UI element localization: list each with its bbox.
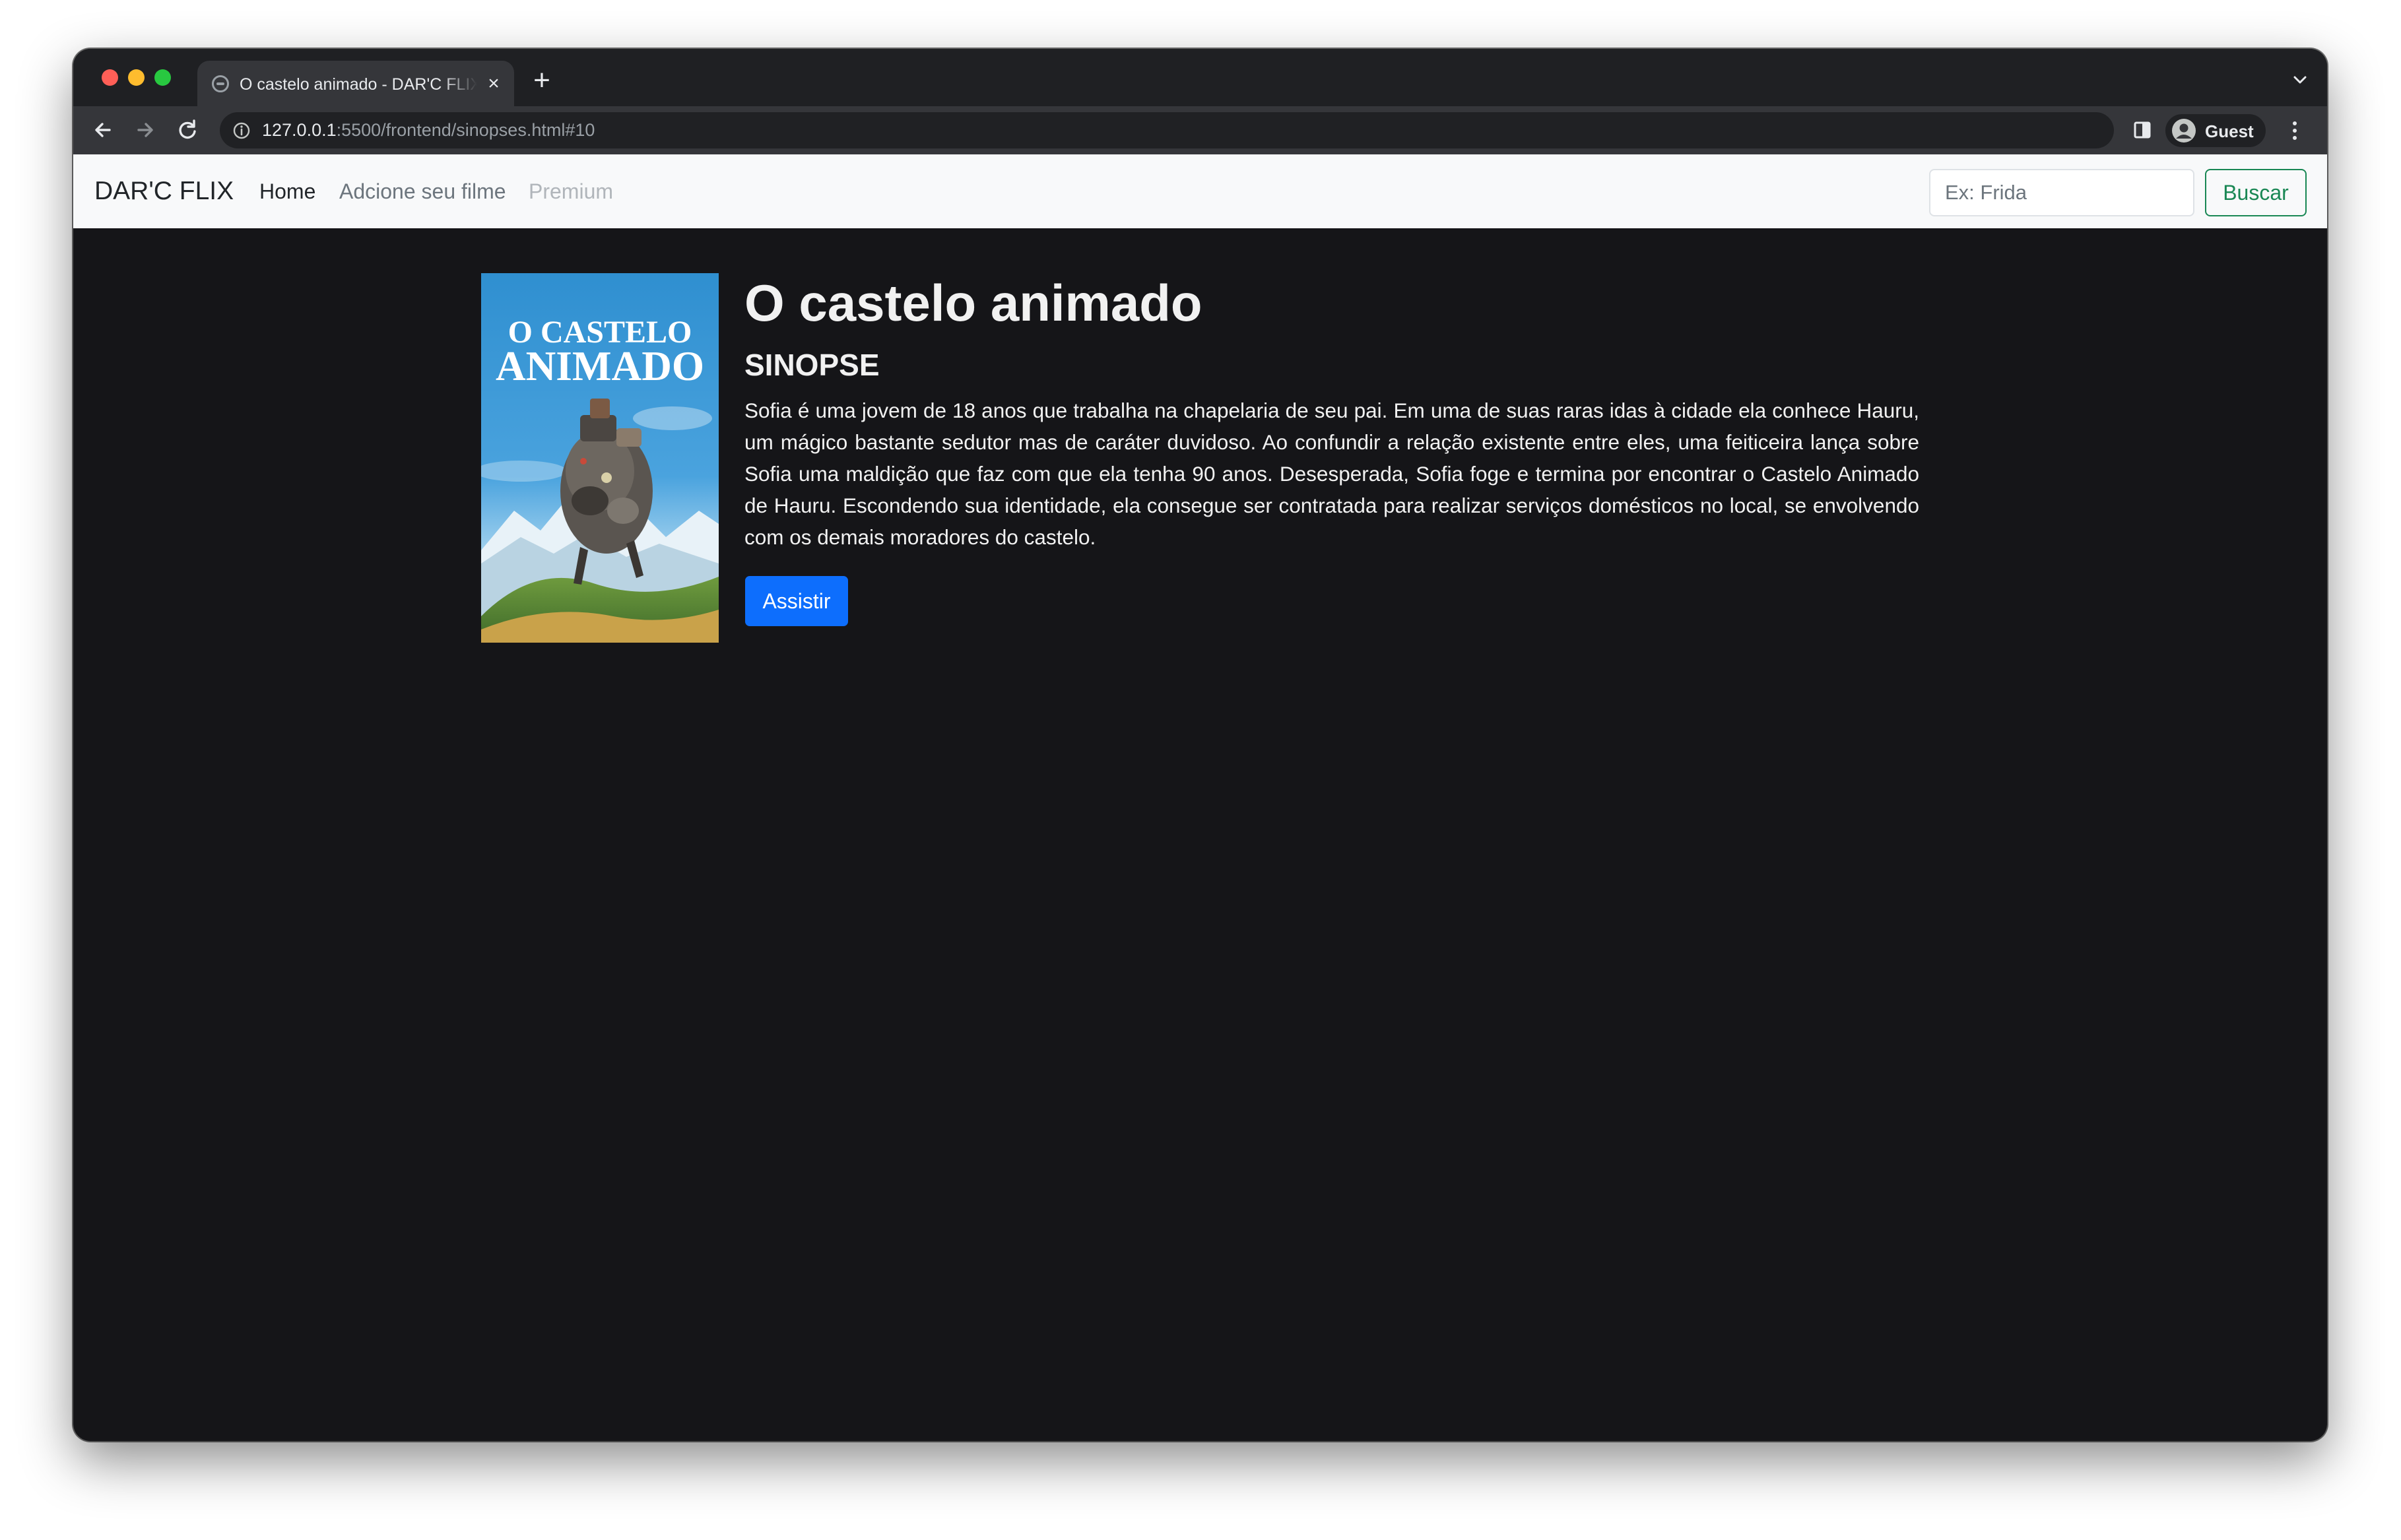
tab-close-icon[interactable]: × [482, 73, 505, 95]
site-info-icon[interactable] [232, 121, 251, 141]
globe-icon [212, 75, 229, 92]
new-tab-icon[interactable]: + [529, 66, 555, 95]
profile-name: Guest [2205, 121, 2254, 141]
movie-poster: O CASTELO ANIMADO [481, 273, 719, 643]
search-button[interactable]: Buscar [2205, 169, 2307, 216]
site-navbar: DAR'C FLIX Home Adcione seu filme Premiu… [73, 154, 2327, 228]
avatar-icon [2171, 117, 2197, 144]
watch-button[interactable]: Assistir [745, 576, 848, 626]
nav-link-add-movie[interactable]: Adcione seu filme [339, 179, 506, 204]
forward-arrow-icon[interactable] [130, 115, 160, 145]
nav-link-home[interactable]: Home [259, 179, 315, 204]
movie-title: O castelo animado [744, 274, 1202, 332]
address-bar[interactable]: 127.0.0.1:5500/frontend/sinopses.html#10 [220, 112, 2114, 148]
tab-strip: O castelo animado - DAR'C FLIX × + [73, 49, 2327, 106]
browser-tab[interactable]: O castelo animado - DAR'C FLIX × [197, 61, 514, 106]
brand-logo[interactable]: DAR'C FLIX [94, 177, 234, 206]
close-window-button[interactable] [102, 69, 118, 86]
maximize-window-button[interactable] [154, 69, 171, 86]
url-path: :5500/frontend/sinopses.html#10 [336, 120, 595, 140]
url-text: 127.0.0.1:5500/frontend/sinopses.html#10 [262, 120, 595, 141]
synopsis-text: Sofia é uma jovem de 18 anos que trabalh… [744, 399, 1919, 549]
reload-icon[interactable] [172, 115, 203, 145]
nav-link-premium: Premium [529, 179, 614, 203]
back-arrow-icon[interactable] [88, 115, 118, 145]
tab-search-chevron-icon[interactable] [2290, 70, 2310, 90]
profile-button[interactable]: Guest [2165, 114, 2266, 147]
browser-window: O castelo animado - DAR'C FLIX × + 127.0… [73, 49, 2327, 1441]
minimize-window-button[interactable] [128, 69, 145, 86]
synopsis-heading: SINOPSE [744, 348, 880, 382]
url-host: 127.0.0.1 [262, 120, 337, 140]
browser-menu-icon[interactable] [2287, 119, 2303, 142]
tab-title: O castelo animado - DAR'C FLIX [240, 75, 477, 94]
side-panel-icon[interactable] [2132, 120, 2152, 140]
search-input[interactable] [1929, 169, 2194, 216]
browser-toolbar: 127.0.0.1:5500/frontend/sinopses.html#10… [73, 106, 2327, 154]
poster-title-line-2: ANIMADO [496, 342, 704, 389]
